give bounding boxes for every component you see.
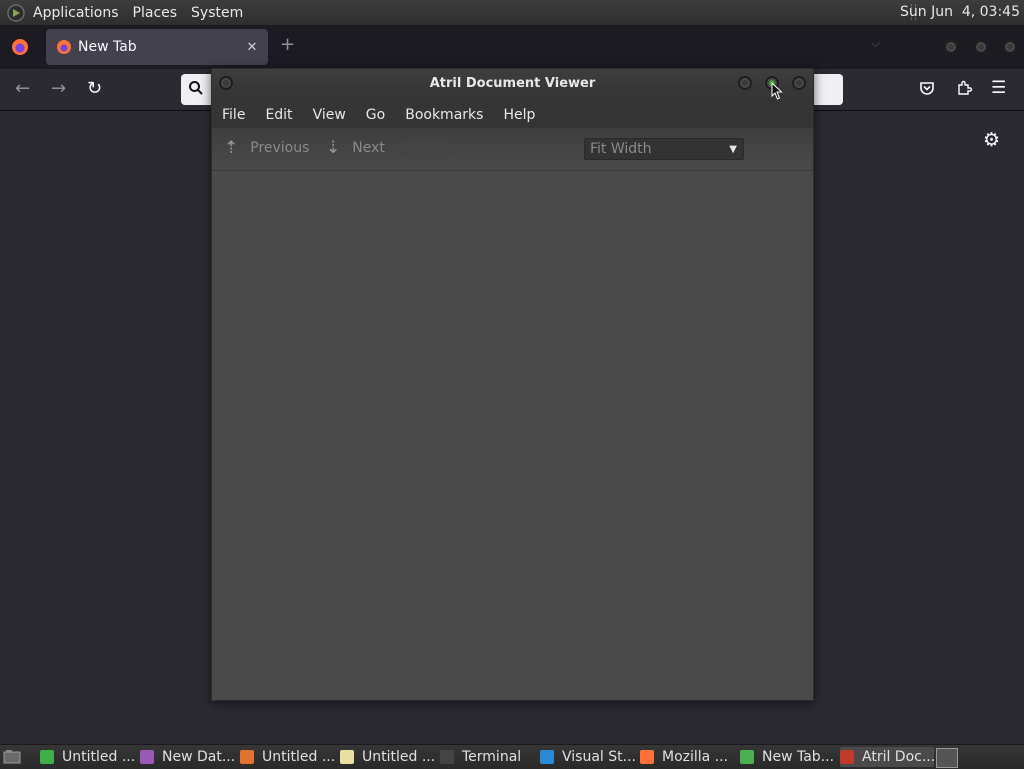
places-menu[interactable]: Places: [126, 5, 185, 21]
taskbar-item[interactable]: Atril Doc...: [840, 747, 934, 767]
taskbar-item-label: Terminal: [462, 749, 522, 765]
window-title: Atril Document Viewer: [429, 76, 596, 91]
taskbar-item[interactable]: Terminal: [440, 747, 536, 767]
page-number-entry[interactable]: [400, 140, 450, 160]
spreadsheet-icon: [40, 750, 54, 764]
taskbar-item[interactable]: Visual St...: [540, 747, 636, 767]
hamburger-menu-icon[interactable]: ☰: [991, 78, 1006, 98]
mate-logo-icon[interactable]: [6, 3, 26, 23]
taskbar-item-label: Visual St...: [562, 749, 636, 765]
menu-file[interactable]: File: [212, 107, 255, 123]
next-page-button[interactable]: ⇣ Next: [326, 138, 385, 158]
tab-title: New Tab: [78, 39, 137, 55]
previous-label: Previous: [250, 140, 310, 156]
taskbar-item-label: Atril Doc...: [862, 749, 934, 765]
reload-icon[interactable]: ↻: [87, 78, 102, 99]
taskbar-item[interactable]: New Tab...: [740, 747, 836, 767]
firefox-icon: [640, 750, 654, 764]
pocket-icon[interactable]: [919, 80, 935, 96]
document-icon: [340, 750, 354, 764]
atril-window: Atril Document Viewer File Edit View Go …: [211, 68, 814, 701]
firefox-minimize-button[interactable]: [944, 40, 958, 54]
tab-new-tab[interactable]: New Tab ✕: [46, 29, 268, 65]
zoom-select[interactable]: Fit Width ▼: [584, 138, 744, 160]
menu-bookmarks[interactable]: Bookmarks: [395, 107, 493, 123]
atril-close-button[interactable]: [792, 76, 806, 90]
taskbar-item[interactable]: Untitled ...: [240, 747, 336, 767]
firefox-close-button[interactable]: [1003, 40, 1017, 54]
atril-titlebar[interactable]: Atril Document Viewer: [212, 69, 813, 101]
terminal-icon: [440, 750, 454, 764]
taskbar-item-label: New Dat...: [162, 749, 236, 765]
taskbar-item[interactable]: Mozilla ...: [640, 747, 736, 767]
system-menu[interactable]: System: [184, 5, 250, 21]
chevron-down-icon: ▼: [729, 143, 737, 155]
atril-minimize-button[interactable]: [738, 76, 752, 90]
taskbar-item-label: Mozilla ...: [662, 749, 729, 765]
list-all-tabs-icon[interactable]: ⌵: [871, 36, 880, 51]
menu-go[interactable]: Go: [356, 107, 395, 123]
zoom-value: Fit Width: [590, 141, 652, 157]
mouse-cursor-icon: [771, 82, 783, 100]
previous-page-button[interactable]: ⇡ Previous: [224, 138, 309, 158]
document-view[interactable]: [212, 171, 813, 700]
menu-edit[interactable]: Edit: [255, 107, 302, 123]
menu-view[interactable]: View: [303, 107, 356, 123]
puzzle-icon[interactable]: [956, 79, 973, 96]
workspace-switcher[interactable]: [936, 748, 958, 768]
top-panel: Applications Places System Sun Jun 4, 03…: [0, 0, 1024, 26]
back-icon[interactable]: ←: [15, 78, 30, 99]
presentation-icon: [240, 750, 254, 764]
bottom-taskbar: Untitled ... New Dat... Untitled ... Untitl…: [0, 744, 1024, 769]
taskbar-item[interactable]: Untitled ...: [40, 747, 136, 767]
taskbar-item-label: Untitled ...: [262, 749, 336, 765]
arrow-down-icon: ⇣: [326, 138, 341, 158]
firefox-icon: [57, 40, 71, 54]
vscode-icon: [540, 750, 554, 764]
arrow-up-icon: ⇡: [224, 138, 239, 158]
taskbar-item-label: Untitled ...: [362, 749, 436, 765]
show-desktop-icon[interactable]: [3, 749, 21, 765]
applications-menu[interactable]: Applications: [26, 5, 126, 21]
taskbar-item-label: Untitled ...: [62, 749, 136, 765]
next-label: Next: [352, 140, 385, 156]
chrome-icon: [740, 750, 754, 764]
taskbar-item[interactable]: New Dat...: [140, 747, 236, 767]
clock[interactable]: Sun Jun 4, 03:45: [900, 4, 1020, 20]
database-icon: [140, 750, 154, 764]
search-icon: [189, 81, 203, 95]
atril-toolbar: ⇡ Previous ⇣ Next Fit Width ▼: [212, 128, 813, 171]
atril-icon: [840, 750, 854, 764]
menu-help[interactable]: Help: [493, 107, 545, 123]
tab-close-icon[interactable]: ✕: [240, 40, 264, 55]
taskbar-item[interactable]: Untitled ...: [340, 747, 436, 767]
taskbar-item-label: New Tab...: [762, 749, 835, 765]
forward-icon[interactable]: →: [51, 78, 66, 99]
atril-menubar: File Edit View Go Bookmarks Help: [212, 101, 813, 128]
firefox-maximize-button[interactable]: [974, 40, 988, 54]
firefox-view-icon[interactable]: [11, 38, 29, 56]
new-tab-button[interactable]: +: [280, 34, 295, 55]
gear-icon[interactable]: ⚙: [983, 129, 1000, 151]
